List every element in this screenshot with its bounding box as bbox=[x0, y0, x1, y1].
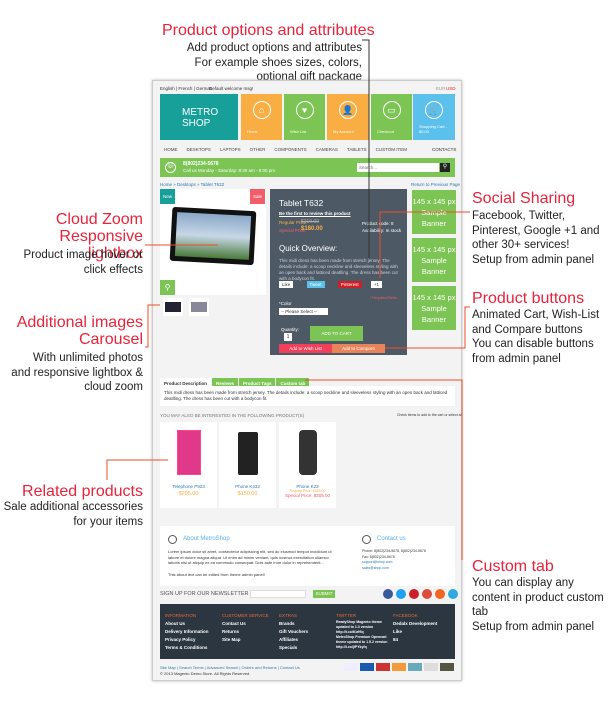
callout-lines bbox=[106, 39, 470, 560]
